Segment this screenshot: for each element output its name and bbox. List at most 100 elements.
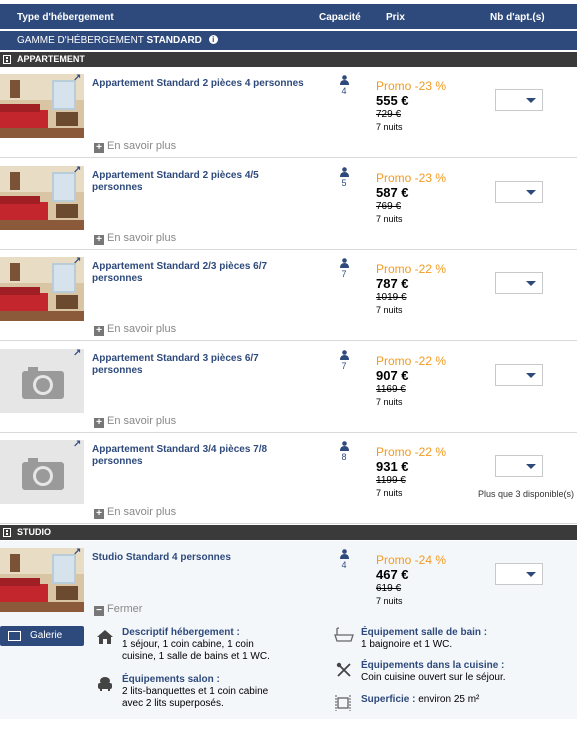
- capacity: 4: [337, 75, 351, 96]
- promo-label: Promo -22 %: [376, 445, 447, 459]
- chevron-down-icon: [520, 182, 542, 202]
- old-price: 1169 €: [376, 384, 406, 395]
- more-info-link[interactable]: + En savoir plus: [94, 323, 176, 336]
- gallery-button[interactable]: Galerie: [0, 626, 84, 646]
- col-count: Nb d'apt.(s): [490, 12, 545, 23]
- room-title[interactable]: Appartement Standard 2 pièces 4 personne…: [92, 78, 307, 90]
- chevron-down-icon: [520, 90, 542, 110]
- camera-placeholder-image: [0, 349, 84, 413]
- quantity-select[interactable]: [495, 563, 543, 585]
- more-info-link[interactable]: + En savoir plus: [94, 232, 176, 245]
- accommodation-row: ↗ Appartement Standard 2/3 pièces 6/7 pe…: [0, 250, 577, 341]
- salon-title: Équipements salon :: [122, 674, 220, 685]
- room-photo[interactable]: ↗: [0, 440, 84, 504]
- capacity: 7: [337, 258, 351, 279]
- desc-line: cuisine, 1 salle de bains et 1 WC.: [122, 651, 270, 662]
- salon-block: Équipements salon : 2 lits-banquettes et…: [122, 674, 322, 710]
- table-header: Type d'hébergement Capacité Prix Nb d'ap…: [0, 4, 577, 30]
- room-title[interactable]: Appartement Standard 3 pièces 6/7 person…: [92, 353, 307, 377]
- promo-label: Promo -22 %: [376, 354, 447, 368]
- capacity-value: 8: [341, 452, 347, 462]
- building-icon: [3, 528, 11, 537]
- expand-icon[interactable]: ↗: [73, 257, 83, 267]
- desc-block: Descriptif hébergement : 1 séjour, 1 coi…: [122, 627, 322, 663]
- armchair-icon: [98, 677, 112, 691]
- more-info-link[interactable]: + En savoir plus: [94, 415, 176, 428]
- expand-icon[interactable]: ↗: [73, 166, 83, 176]
- accommodation-row: ↗ Appartement Standard 3/4 pièces 7/8 pe…: [0, 433, 577, 524]
- category-studio: STUDIO: [0, 525, 577, 540]
- price: 587 €: [376, 185, 409, 200]
- promo-label: Promo -24 %: [376, 553, 447, 567]
- room-photo[interactable]: ↗: [0, 74, 84, 138]
- chevron-down-icon: [520, 456, 542, 476]
- expand-icon[interactable]: ↗: [73, 349, 83, 359]
- category-apartment: APPARTEMENT: [0, 52, 577, 67]
- category-label: STUDIO: [17, 527, 52, 537]
- room-title[interactable]: Appartement Standard 3/4 pièces 7/8 pers…: [92, 444, 307, 468]
- info-icon[interactable]: i: [208, 35, 218, 44]
- camera-placeholder-image: [0, 440, 84, 504]
- capacity: 8: [337, 441, 351, 462]
- kitchen-text: Coin cuisine ouvert sur le séjour.: [361, 672, 506, 683]
- kitchen-title: Équipements dans la cuisine :: [361, 660, 505, 671]
- quantity-select[interactable]: [495, 181, 543, 203]
- minus-icon: −: [94, 606, 104, 616]
- old-price: 769 €: [376, 201, 402, 212]
- availability-note: Plus que 3 disponible(s): [478, 489, 575, 499]
- close-details-link[interactable]: − Fermer: [94, 603, 142, 616]
- price: 787 €: [376, 276, 409, 291]
- expand-icon[interactable]: ↗: [73, 74, 83, 84]
- plus-icon: +: [94, 418, 104, 428]
- range-name: STANDARD: [146, 35, 202, 46]
- person-icon: [339, 549, 349, 559]
- area-title: Superficie :: [361, 694, 416, 705]
- person-icon: [339, 167, 349, 177]
- close-label: Fermer: [107, 603, 143, 615]
- cutlery-icon: [336, 662, 351, 677]
- capacity: 4: [337, 549, 351, 570]
- expand-icon[interactable]: ↗: [73, 440, 83, 450]
- room-title[interactable]: Appartement Standard 2/3 pièces 6/7 pers…: [92, 261, 307, 285]
- bath-block: Équipement salle de bain : 1 baignoire e…: [361, 627, 576, 651]
- bathtub-icon: [334, 627, 354, 642]
- capacity-value: 5: [341, 178, 347, 188]
- person-icon: [339, 75, 349, 85]
- person-icon: [339, 258, 349, 268]
- nights: 7 nuits: [376, 122, 403, 132]
- room-photo[interactable]: ↗: [0, 349, 84, 413]
- room-photo-image: [0, 74, 84, 138]
- col-type: Type d'hébergement: [17, 12, 114, 23]
- salon-line: avec 2 lits superposés.: [122, 698, 224, 709]
- more-info-link[interactable]: + En savoir plus: [94, 506, 176, 519]
- accommodation-row: ↗ Appartement Standard 3 pièces 6/7 pers…: [0, 342, 577, 433]
- quantity-select[interactable]: [495, 364, 543, 386]
- room-title[interactable]: Studio Standard 4 personnes: [92, 552, 307, 564]
- room-photo[interactable]: ↗: [0, 257, 84, 321]
- capacity-value: 7: [341, 361, 347, 371]
- desc-line: 1 séjour, 1 coin cabine, 1 coin: [122, 639, 254, 650]
- expand-icon[interactable]: ↗: [73, 548, 83, 558]
- image-icon: [8, 631, 21, 641]
- quantity-select[interactable]: [495, 455, 543, 477]
- more-label: En savoir plus: [107, 415, 177, 427]
- accommodation-row: ↗ Appartement Standard 2 pièces 4 person…: [0, 67, 577, 158]
- price: 555 €: [376, 93, 409, 108]
- chevron-down-icon: [520, 365, 542, 385]
- more-info-link[interactable]: + En savoir plus: [94, 140, 176, 153]
- salon-line: 2 lits-banquettes et 1 coin cabine: [122, 686, 269, 697]
- room-photo[interactable]: ↗: [0, 166, 84, 230]
- range-label: GAMME D'HÉBERGEMENT: [17, 35, 144, 46]
- room-photo-image: [0, 257, 84, 321]
- quantity-select[interactable]: [495, 89, 543, 111]
- room-title[interactable]: Appartement Standard 2 pièces 4/5 person…: [92, 170, 307, 194]
- quantity-select[interactable]: [495, 272, 543, 294]
- capacity-value: 4: [341, 86, 347, 96]
- nights: 7 nuits: [376, 214, 403, 224]
- col-capacity: Capacité: [319, 12, 361, 23]
- capacity: 7: [337, 350, 351, 371]
- area-block: Superficie : environ 25 m²: [361, 694, 576, 706]
- capacity-value: 7: [341, 269, 347, 279]
- room-photo[interactable]: ↗: [0, 548, 84, 612]
- old-price: 729 €: [376, 109, 402, 120]
